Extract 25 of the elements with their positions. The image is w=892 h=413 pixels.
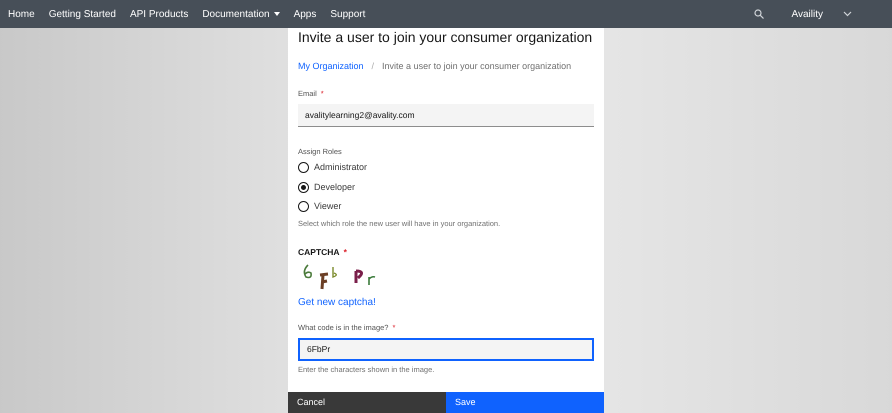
breadcrumb-current: Invite a user to join your consumer organization	[382, 60, 572, 73]
new-captcha-link[interactable]: Get new captcha!	[298, 294, 594, 310]
radio-button[interactable]	[298, 182, 309, 193]
radio-button[interactable]	[298, 201, 309, 212]
chevron-down-icon[interactable]	[843, 11, 852, 17]
nav-link[interactable]: API Products	[130, 6, 188, 22]
account-menu[interactable]: Availity	[792, 6, 823, 22]
role-option-label[interactable]: Viewer	[314, 200, 342, 214]
radio-button[interactable]	[298, 162, 309, 174]
nav-link[interactable]: Documentation	[202, 6, 280, 22]
nav-link[interactable]: Apps	[294, 6, 316, 22]
breadcrumb-separator: /	[372, 60, 374, 73]
nav-link[interactable]: Support	[330, 6, 366, 22]
role-option-label[interactable]: Administrator	[314, 161, 368, 174]
captcha-label: CAPTCHA *	[298, 246, 348, 258]
role-option-label[interactable]: Developer	[314, 180, 356, 194]
dialog-title: Invite a user to join your consumer organization	[298, 28, 594, 46]
captcha-code-field[interactable]: 6FbPr	[298, 338, 594, 361]
breadcrumb-link[interactable]: My Organization	[298, 60, 364, 74]
search-icon[interactable]	[754, 9, 764, 19]
save-button[interactable]: Save	[446, 392, 604, 413]
nav-link[interactable]: Home	[8, 6, 35, 22]
email-field[interactable]: avalitylearning2@avality.com	[298, 104, 594, 127]
cancel-button[interactable]: Cancel	[288, 392, 446, 413]
nav-link[interactable]: Getting Started	[48, 6, 116, 22]
